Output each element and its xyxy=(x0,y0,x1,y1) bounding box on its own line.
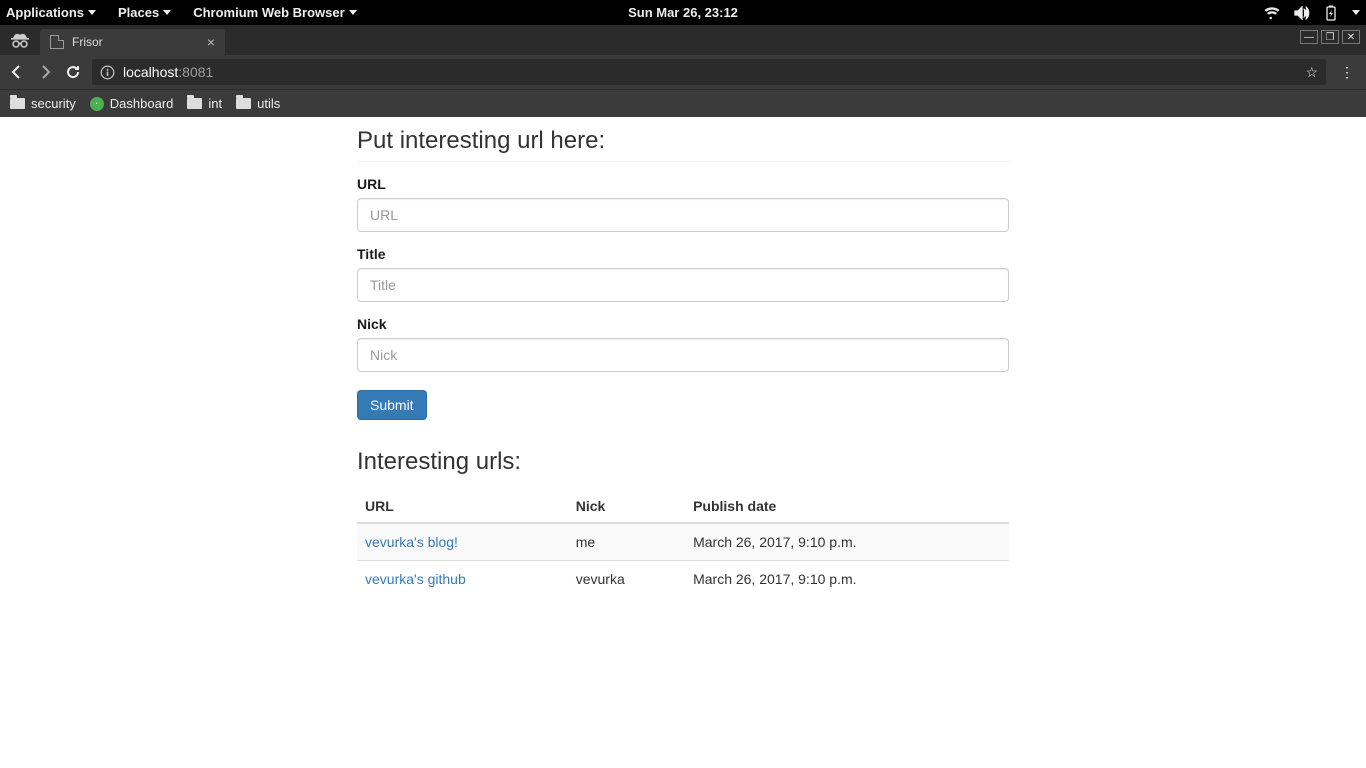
table-row: vevurka's github vevurka March 26, 2017,… xyxy=(357,561,1009,598)
url-link[interactable]: vevurka's blog! xyxy=(365,534,458,550)
window-controls: — ❐ ✕ xyxy=(1300,30,1360,44)
active-app-label: Chromium Web Browser xyxy=(193,5,344,20)
forward-button[interactable] xyxy=(36,63,54,81)
form-group-url: URL xyxy=(357,176,1009,232)
url-port: :8081 xyxy=(178,64,213,80)
url-label: URL xyxy=(357,176,1009,192)
form-group-nick: Nick xyxy=(357,316,1009,372)
bookmark-label: security xyxy=(31,96,76,111)
col-date: Publish date xyxy=(685,490,1009,523)
close-window-button[interactable]: ✕ xyxy=(1342,30,1360,44)
table-header-row: URL Nick Publish date xyxy=(357,490,1009,523)
bookmark-dashboard[interactable]: · Dashboard xyxy=(90,96,174,111)
volume-icon[interactable] xyxy=(1294,6,1310,20)
bookmark-star-icon[interactable]: ☆ xyxy=(1305,64,1318,81)
url-link[interactable]: vevurka's github xyxy=(365,571,466,587)
folder-icon xyxy=(10,98,25,109)
system-menu-chevron[interactable] xyxy=(1352,10,1360,15)
places-menu[interactable]: Places xyxy=(118,5,171,20)
cell-nick: me xyxy=(568,523,685,561)
browser-tab[interactable]: Frisor × xyxy=(40,29,225,55)
wifi-icon[interactable] xyxy=(1264,6,1280,20)
browser-chrome: Frisor × — ❐ ✕ localhost:8081 ☆ ⋮ xyxy=(0,25,1366,117)
clock-text: Sun Mar 26, 23:12 xyxy=(628,5,738,20)
form-group-title: Title xyxy=(357,246,1009,302)
list-heading: Interesting urls: xyxy=(357,448,1009,476)
places-label: Places xyxy=(118,5,159,20)
gnome-top-bar: Applications Places Chromium Web Browser… xyxy=(0,0,1366,25)
minimize-button[interactable]: — xyxy=(1300,30,1318,44)
page-content: Put interesting url here: URL Title Nick… xyxy=(0,117,1366,597)
address-bar[interactable]: localhost:8081 ☆ xyxy=(92,59,1326,85)
clock[interactable]: Sun Mar 26, 23:12 xyxy=(628,5,738,20)
col-url: URL xyxy=(357,490,568,523)
reload-button[interactable] xyxy=(64,63,82,81)
title-input[interactable] xyxy=(357,268,1009,302)
divider xyxy=(357,161,1009,162)
bookmark-label: int xyxy=(208,96,222,111)
bookmarks-bar: security · Dashboard int utils xyxy=(0,89,1366,117)
col-nick: Nick xyxy=(568,490,685,523)
browser-menu-button[interactable]: ⋮ xyxy=(1336,64,1358,81)
applications-label: Applications xyxy=(6,5,84,20)
tab-strip: Frisor × — ❐ ✕ xyxy=(0,25,1366,55)
bookmark-label: Dashboard xyxy=(110,96,174,111)
chevron-down-icon xyxy=(163,10,171,15)
folder-icon xyxy=(187,98,202,109)
bookmark-label: utils xyxy=(257,96,280,111)
tab-title: Frisor xyxy=(72,35,103,49)
battery-icon[interactable] xyxy=(1324,5,1338,21)
bookmark-utils[interactable]: utils xyxy=(236,96,280,111)
title-label: Title xyxy=(357,246,1009,262)
chevron-down-icon xyxy=(88,10,96,15)
page-icon xyxy=(50,35,64,49)
nick-input[interactable] xyxy=(357,338,1009,372)
cell-date: March 26, 2017, 9:10 p.m. xyxy=(685,561,1009,598)
incognito-icon xyxy=(0,25,40,55)
active-app-menu[interactable]: Chromium Web Browser xyxy=(193,5,356,20)
urls-table: URL Nick Publish date vevurka's blog! me… xyxy=(357,490,1009,597)
applications-menu[interactable]: Applications xyxy=(6,5,96,20)
url-host: localhost xyxy=(123,64,178,80)
info-icon xyxy=(100,65,115,80)
nick-label: Nick xyxy=(357,316,1009,332)
dashboard-icon: · xyxy=(90,97,104,111)
cell-date: March 26, 2017, 9:10 p.m. xyxy=(685,523,1009,561)
table-row: vevurka's blog! me March 26, 2017, 9:10 … xyxy=(357,523,1009,561)
url-input[interactable] xyxy=(357,198,1009,232)
bookmark-security[interactable]: security xyxy=(10,96,76,111)
chevron-down-icon xyxy=(349,10,357,15)
form-heading: Put interesting url here: xyxy=(357,127,1009,155)
maximize-button[interactable]: ❐ xyxy=(1321,30,1339,44)
bookmark-int[interactable]: int xyxy=(187,96,222,111)
tab-close-button[interactable]: × xyxy=(207,34,215,50)
folder-icon xyxy=(236,98,251,109)
back-button[interactable] xyxy=(8,63,26,81)
cell-nick: vevurka xyxy=(568,561,685,598)
browser-toolbar: localhost:8081 ☆ ⋮ xyxy=(0,55,1366,89)
url-text: localhost:8081 xyxy=(123,64,213,80)
submit-button[interactable]: Submit xyxy=(357,390,427,420)
